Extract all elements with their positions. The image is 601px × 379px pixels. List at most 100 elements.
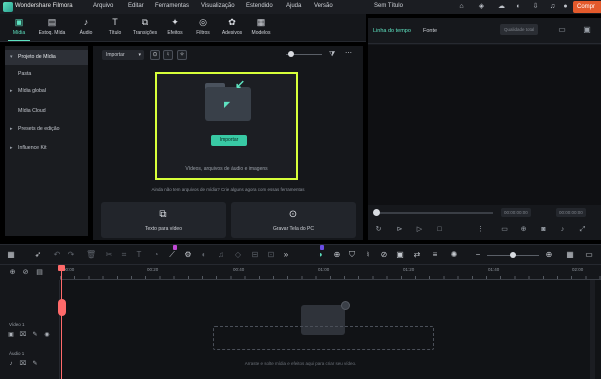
text-to-video-card[interactable]: ⧉ Texto para vídeo <box>101 202 226 238</box>
sidebar-item-cloud-media[interactable]: Mídia Cloud <box>5 104 88 119</box>
sidebar-item-global-media[interactable]: ▸ Mídia global <box>5 84 88 99</box>
media-drop-zone[interactable]: ↙ ◤ Importar Vídeos, arquivos de áudio e… <box>155 72 298 180</box>
list-icon[interactable]: ≡ <box>430 250 440 260</box>
tool-filters[interactable]: ◎ Filtros <box>191 17 215 41</box>
tool-transitions[interactable]: ⧉ Transições <box>129 17 161 41</box>
record-screen-card[interactable]: ⊙ Gravar Tela do PC <box>231 202 356 238</box>
redo-icon[interactable]: ↷ <box>66 250 76 260</box>
slider-knob[interactable] <box>288 51 294 57</box>
audio-adjust-icon[interactable]: ♫ <box>216 250 226 260</box>
crop-icon[interactable]: ⌗ <box>119 250 129 260</box>
ai-icon[interactable]: ✧ <box>177 50 187 60</box>
volume-icon[interactable]: ♪ <box>558 225 567 234</box>
playhead[interactable] <box>61 265 62 379</box>
zoom-out-icon[interactable]: − <box>473 250 483 260</box>
delete-icon[interactable]: 🗑 <box>86 250 96 260</box>
menu-visualizacao[interactable]: Visualização <box>201 3 235 9</box>
ai-cut-icon[interactable]: ⟋ <box>167 250 177 260</box>
tool-audio[interactable]: ♪ Áudio <box>75 17 97 41</box>
microphone-icon[interactable]: ♮ <box>163 50 173 60</box>
sidebar-item-folder[interactable]: Pasta <box>5 67 88 82</box>
tool-stickers[interactable]: ✿ Adesivos <box>217 17 247 41</box>
undo-icon[interactable]: ↶ <box>52 250 62 260</box>
shield-icon[interactable]: ⛉ <box>347 250 357 260</box>
menu-estendido[interactable]: Estendido <box>246 3 273 9</box>
split-icon[interactable]: ✂ <box>104 250 114 260</box>
progress-knob[interactable] <box>373 209 380 216</box>
record-icon[interactable]: ⊙ <box>150 50 160 60</box>
visibility-icon[interactable]: ▤ <box>35 268 44 277</box>
more-options-icon[interactable]: ⋯ <box>345 49 355 58</box>
mark-icon[interactable]: ⊕ <box>332 250 342 260</box>
account-icon[interactable]: ● <box>561 2 570 11</box>
snapshot-icon[interactable]: ▣ <box>395 250 405 260</box>
effect-icon[interactable]: ⚙ <box>183 250 193 260</box>
keyframe-icon[interactable]: ◇ <box>233 250 243 260</box>
playhead-knob[interactable] <box>58 299 66 316</box>
eye-icon[interactable]: ◉ <box>43 331 51 339</box>
expand-toolbar-icon[interactable]: » <box>281 250 291 260</box>
select-tool-icon[interactable]: ➶ <box>33 250 43 260</box>
menu-versao[interactable]: Versão <box>314 3 333 9</box>
snapshot-icon[interactable]: ▭ <box>556 24 568 35</box>
import-dropdown[interactable]: Importar ▾ <box>102 50 144 60</box>
cloud-icon[interactable]: ☁ <box>497 2 506 11</box>
sidebar-item-project-media[interactable]: ▾ Projeto de Mídia <box>5 50 88 65</box>
filter-icon[interactable]: ⧩ <box>329 50 338 59</box>
download-icon[interactable]: ⇩ <box>531 2 540 11</box>
more-icon[interactable]: ▭ <box>584 250 594 260</box>
loop-icon[interactable]: ↻ <box>374 225 383 234</box>
tool-stock-media[interactable]: ▤ Estoq. Mída <box>33 17 71 41</box>
headset-icon[interactable]: ♫ <box>548 2 557 11</box>
sidebar-item-influence-kit[interactable]: ▸ Influence Kit <box>5 141 88 156</box>
tool-templates[interactable]: ▦ Modelos <box>247 17 275 41</box>
preview-screen[interactable] <box>368 45 601 205</box>
layout-icon[interactable]: ▦ <box>6 250 16 260</box>
zoom-in-icon[interactable]: ⊕ <box>544 250 554 260</box>
microphone-icon[interactable]: ♮ <box>363 250 373 260</box>
text-icon[interactable]: T <box>134 250 144 260</box>
screen-layout-icon[interactable]: ▣ <box>581 24 593 35</box>
mute-icon[interactable]: ✎ <box>31 331 39 339</box>
timeline-drop-zone[interactable] <box>213 326 434 350</box>
menu-arquivo[interactable]: Arquivo <box>93 3 113 9</box>
replace-icon[interactable]: ⇄ <box>412 250 422 260</box>
import-button[interactable]: Importar <box>211 135 247 146</box>
add-track-icon[interactable]: ⊕ <box>8 268 17 277</box>
buy-button[interactable]: Compr <box>573 1 601 13</box>
announcement-icon[interactable]: ◈ <box>477 2 486 11</box>
fullscreen-icon[interactable]: ⤢ <box>578 225 587 234</box>
stop-icon[interactable]: □ <box>435 225 444 234</box>
playhead-marker[interactable] <box>58 265 65 271</box>
menu-ajuda[interactable]: Ajuda <box>286 3 301 9</box>
fit-icon[interactable]: ▦ <box>565 250 575 260</box>
tab-source[interactable]: Fonte <box>423 28 437 34</box>
camera-icon[interactable]: ◙ <box>539 225 548 234</box>
tab-timeline[interactable]: Linha do tempo <box>373 28 411 34</box>
auto-highlight-icon[interactable]: ✺ <box>449 250 459 260</box>
render-icon[interactable]: ▭ <box>500 225 509 234</box>
timeline-scrollbar[interactable] <box>590 280 595 379</box>
link-icon[interactable]: ⊘ <box>21 268 30 277</box>
color-icon[interactable]: ◐ <box>199 250 209 260</box>
mark-in-icon[interactable]: ⊳ <box>395 225 404 234</box>
mute-icon[interactable]: ⊘ <box>379 250 389 260</box>
speed-icon[interactable]: ◔ <box>151 250 161 260</box>
quality-dropdown[interactable]: Qualidade total <box>500 24 539 35</box>
tool-title[interactable]: T Título <box>104 17 126 41</box>
tool-effects[interactable]: ✦ Efeitos <box>163 17 187 41</box>
menu-editar[interactable]: Editar <box>128 3 144 9</box>
lock-icon[interactable]: ⌧ <box>19 331 27 339</box>
menu-ferramentas[interactable]: Ferramentas <box>155 3 189 9</box>
motion-icon[interactable]: ⊡ <box>266 250 276 260</box>
theme-icon[interactable]: ◐ <box>514 2 523 11</box>
sidebar-item-edit-presets[interactable]: ▸ Presets de edição <box>5 122 88 137</box>
zoom-icon[interactable]: ⊕ <box>519 225 528 234</box>
play-button-icon[interactable]: ▷ <box>415 225 424 234</box>
gift-icon[interactable]: ⌂ <box>457 2 466 11</box>
preview-progress-bar[interactable] <box>376 212 493 214</box>
stabilize-icon[interactable]: ⊟ <box>250 250 260 260</box>
zoom-slider-knob[interactable] <box>510 252 516 258</box>
smart-tool-icon[interactable]: ◑ <box>315 250 325 260</box>
tool-media[interactable]: ▣ Mídia <box>8 17 30 41</box>
